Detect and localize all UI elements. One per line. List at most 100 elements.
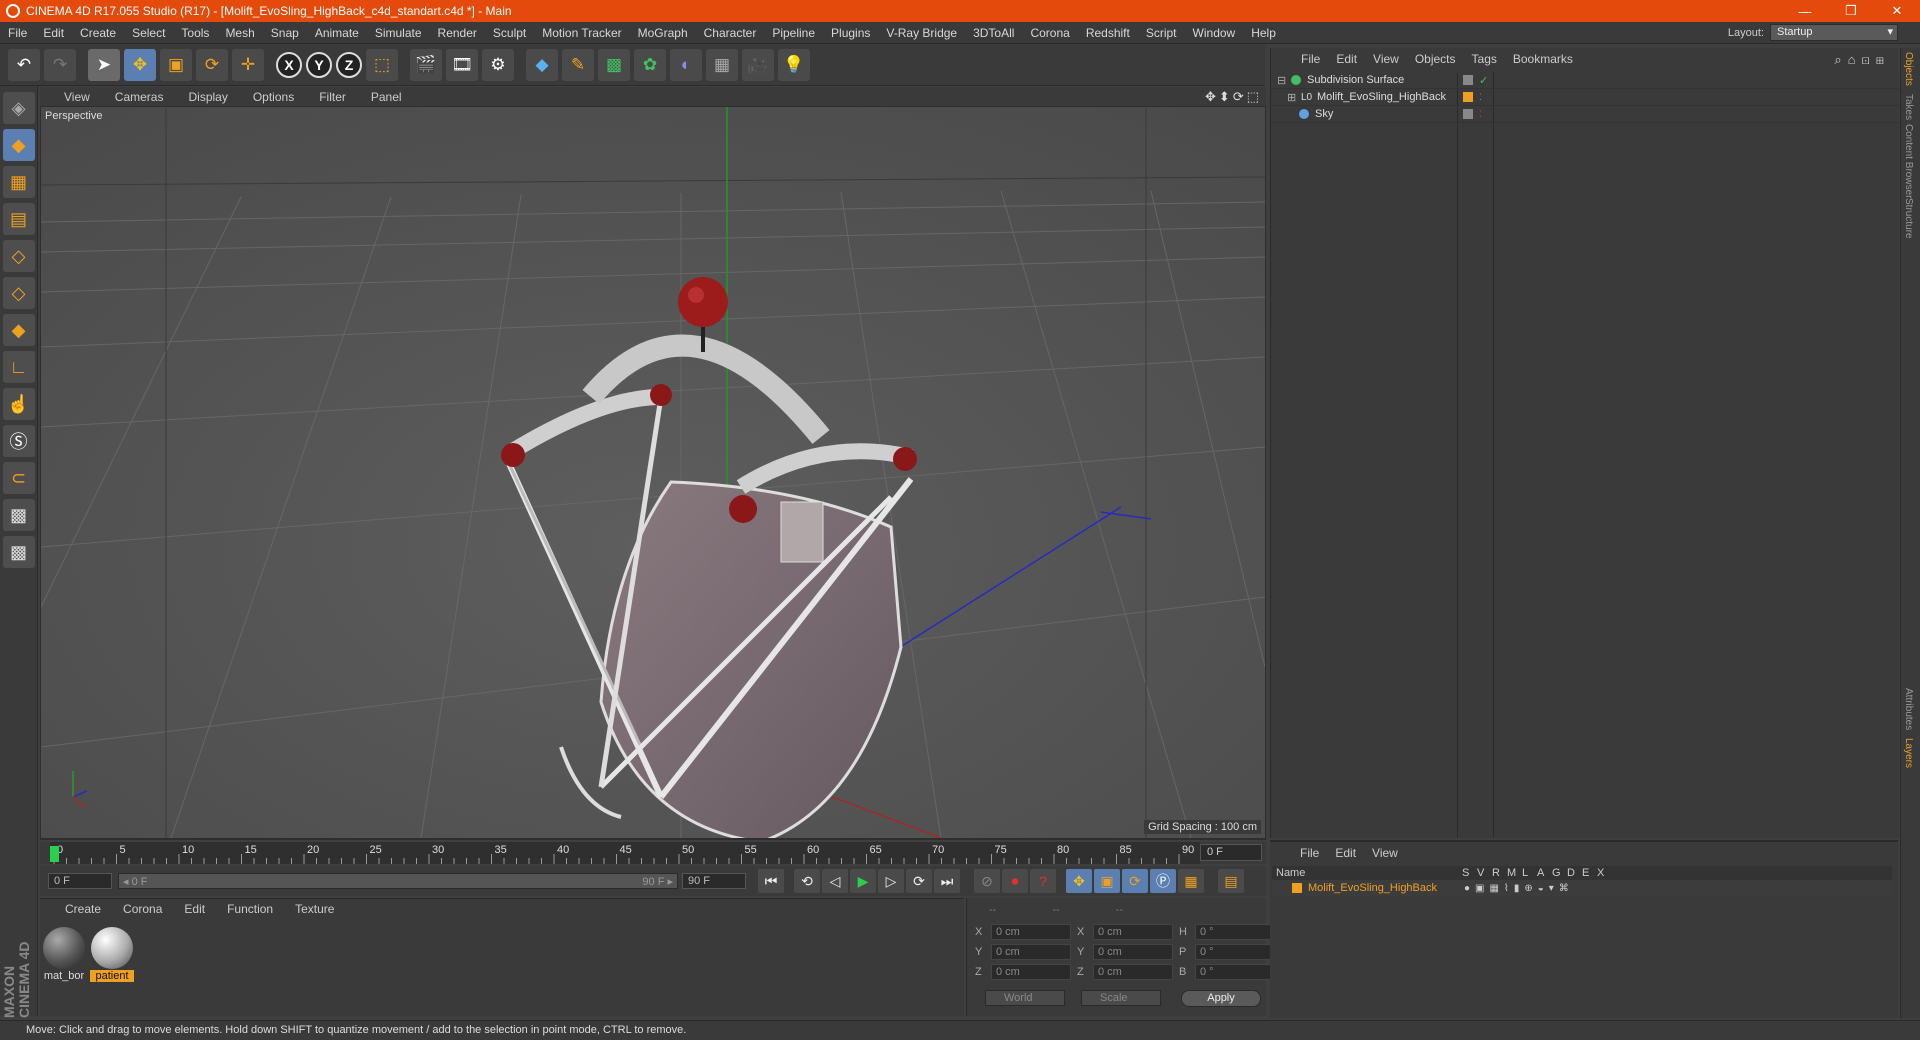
object-menu-file[interactable]: File bbox=[1293, 52, 1328, 66]
menu-simulate[interactable]: Simulate bbox=[367, 26, 430, 40]
rotation-h-field[interactable]: 0 ° bbox=[1195, 924, 1275, 940]
menu-create[interactable]: Create bbox=[72, 26, 124, 40]
object-menu-view[interactable]: View bbox=[1365, 52, 1407, 66]
menu-script[interactable]: Script bbox=[1138, 26, 1185, 40]
workplane-mode-icon[interactable]: ▤ bbox=[2, 203, 35, 235]
edges-mode-icon[interactable]: ◇ bbox=[2, 277, 35, 309]
layer-column-header[interactable]: L bbox=[1522, 867, 1528, 879]
object-menu-tags[interactable]: Tags bbox=[1464, 52, 1505, 66]
material-menu-function[interactable]: Function bbox=[220, 902, 288, 916]
side-tab-objects[interactable]: Objects bbox=[1903, 52, 1914, 86]
menu-v-ray-bridge[interactable]: V-Ray Bridge bbox=[878, 26, 965, 40]
make-editable-icon[interactable]: ◈ bbox=[2, 92, 35, 124]
record-keys-disabled-icon[interactable]: ⊘ bbox=[974, 869, 1000, 893]
visibility-dots-icon[interactable]: ⁚ bbox=[1479, 109, 1482, 120]
key-rotation-icon[interactable]: ⟳ bbox=[1122, 869, 1148, 893]
menu-tools[interactable]: Tools bbox=[173, 26, 217, 40]
timeline-window-icon[interactable]: ▤ bbox=[1218, 869, 1244, 893]
size-x-field[interactable]: 0 cm bbox=[1093, 924, 1173, 940]
transform-tool[interactable]: ✛ bbox=[232, 48, 264, 81]
layer-menu-file[interactable]: File bbox=[1292, 846, 1327, 860]
previous-key-icon[interactable]: ⟲ bbox=[794, 869, 820, 893]
side-tab-attributes[interactable]: Attributes bbox=[1903, 688, 1914, 730]
layer-row[interactable]: Molift_EvoSling_HighBack ●▣▦⌇▮⊕◒▾⌘ bbox=[1272, 880, 1892, 896]
layer-column-header[interactable]: V bbox=[1477, 867, 1484, 879]
layer-column-header[interactable]: D bbox=[1567, 867, 1575, 879]
snap-icon[interactable]: Ⓢ bbox=[2, 425, 35, 457]
layout-dropdown[interactable]: Startup bbox=[1770, 24, 1898, 41]
perspective-viewport[interactable]: Perspective Grid Spacing : 100 cm bbox=[41, 107, 1265, 838]
locked-workplane-icon[interactable]: ▩ bbox=[2, 499, 35, 531]
layer-column-header[interactable]: E bbox=[1582, 867, 1589, 879]
subdivision-surface-button[interactable]: ▩ bbox=[598, 48, 630, 81]
close-button[interactable]: ✕ bbox=[1874, 0, 1920, 22]
cube-object-button[interactable]: ◆ bbox=[526, 48, 558, 81]
layer-color-swatch[interactable] bbox=[1292, 883, 1302, 893]
material-menu-edit[interactable]: Edit bbox=[177, 902, 220, 916]
layer-column-header[interactable]: R bbox=[1492, 867, 1500, 879]
menu-select[interactable]: Select bbox=[124, 26, 173, 40]
object-row-subdivision-surface[interactable]: ⊟ Subdivision Surface ✓ bbox=[1271, 72, 1899, 89]
viewport-menu-cameras[interactable]: Cameras bbox=[103, 90, 177, 104]
menu-edit[interactable]: Edit bbox=[35, 26, 72, 40]
material-menu-corona[interactable]: Corona bbox=[116, 902, 177, 916]
magnet-icon[interactable]: ⊂ bbox=[2, 462, 35, 494]
object-menu-bookmarks[interactable]: Bookmarks bbox=[1505, 52, 1581, 66]
expand-icon[interactable]: ⊞ bbox=[1287, 91, 1297, 104]
rotation-b-field[interactable]: 0 ° bbox=[1195, 964, 1275, 980]
menu-mesh[interactable]: Mesh bbox=[217, 26, 262, 40]
position-y-field[interactable]: 0 cm bbox=[991, 944, 1071, 960]
object-row-sky[interactable]: Sky ⁚ bbox=[1271, 106, 1899, 123]
menu-render[interactable]: Render bbox=[430, 26, 485, 40]
object-manager-search-icons[interactable]: ⌕⌂⊡⊞ bbox=[1834, 52, 1890, 68]
render-settings-button[interactable]: ⚙ bbox=[482, 48, 514, 81]
record-active-objects-icon[interactable]: ⏺ bbox=[1002, 869, 1028, 893]
camera-object-button[interactable]: 🎥 bbox=[742, 48, 774, 81]
menu-character[interactable]: Character bbox=[696, 26, 765, 40]
menu-mograph[interactable]: MoGraph bbox=[630, 26, 696, 40]
deformer-button[interactable]: ◐ bbox=[670, 48, 702, 81]
side-tab-content-browser[interactable]: Content Browser bbox=[1903, 124, 1914, 198]
size-z-field[interactable]: 0 cm bbox=[1093, 964, 1173, 980]
live-selection-tool[interactable]: ➤ bbox=[88, 48, 120, 81]
material-menu-texture[interactable]: Texture bbox=[288, 902, 349, 916]
light-object-button[interactable]: 💡 bbox=[778, 48, 810, 81]
move-tool[interactable]: ✥ bbox=[124, 48, 156, 81]
apply-button[interactable]: Apply bbox=[1181, 990, 1261, 1007]
end-frame-field[interactable]: 90 F bbox=[682, 873, 746, 889]
axis-mode-icon[interactable]: ∟ bbox=[2, 351, 35, 383]
size-mode-dropdown[interactable]: Scale bbox=[1081, 990, 1161, 1006]
menu-motion-tracker[interactable]: Motion Tracker bbox=[534, 26, 629, 40]
menu-pipeline[interactable]: Pipeline bbox=[764, 26, 823, 40]
side-tab-takes[interactable]: Takes bbox=[1903, 94, 1914, 120]
next-frame-icon[interactable]: ▷ bbox=[878, 869, 904, 893]
visibility-dots-icon[interactable]: ⁚ bbox=[1479, 92, 1482, 103]
redo-button[interactable]: ↷ bbox=[44, 48, 76, 81]
position-z-field[interactable]: 0 cm bbox=[991, 964, 1071, 980]
rotation-p-field[interactable]: 0 ° bbox=[1195, 944, 1275, 960]
key-scale-icon[interactable]: ▣ bbox=[1094, 869, 1120, 893]
planar-workplane-icon[interactable]: ▩ bbox=[2, 536, 35, 568]
y-axis-lock-button[interactable]: Y bbox=[306, 51, 332, 78]
viewport-navigation-icons[interactable]: ✥⬍⟳⬚ bbox=[1205, 89, 1262, 105]
coordinate-mode-dropdown[interactable]: World bbox=[985, 990, 1065, 1006]
object-row-molift[interactable]: ⊞ L0 Molift_EvoSling_HighBack ⁚ bbox=[1271, 89, 1899, 106]
points-mode-icon[interactable]: ◇ bbox=[2, 240, 35, 272]
menu-file[interactable]: File bbox=[0, 26, 35, 40]
layer-column-header[interactable]: A bbox=[1537, 867, 1544, 879]
render-to-picture-viewer-button[interactable]: 🎞 bbox=[446, 48, 478, 81]
layer-menu-view[interactable]: View bbox=[1364, 846, 1406, 860]
size-y-field[interactable]: 0 cm bbox=[1093, 944, 1173, 960]
layer-column-header[interactable]: G bbox=[1552, 867, 1561, 879]
menu-3dtoall[interactable]: 3DToAll bbox=[965, 26, 1022, 40]
menu-redshift[interactable]: Redshift bbox=[1078, 26, 1138, 40]
viewport-menu-options[interactable]: Options bbox=[241, 90, 307, 104]
polygons-mode-icon[interactable]: ◆ bbox=[2, 314, 35, 346]
previous-frame-icon[interactable]: ◁ bbox=[822, 869, 848, 893]
floor-object-button[interactable]: ▦ bbox=[706, 48, 738, 81]
go-to-end-icon[interactable]: ⏭ bbox=[934, 869, 960, 893]
material-slot[interactable]: mat_bor bbox=[42, 927, 86, 982]
key-parameter-icon[interactable]: Ⓟ bbox=[1150, 869, 1176, 893]
layer-column-header[interactable]: X bbox=[1597, 867, 1604, 879]
viewport-menu-panel[interactable]: Panel bbox=[359, 90, 415, 104]
